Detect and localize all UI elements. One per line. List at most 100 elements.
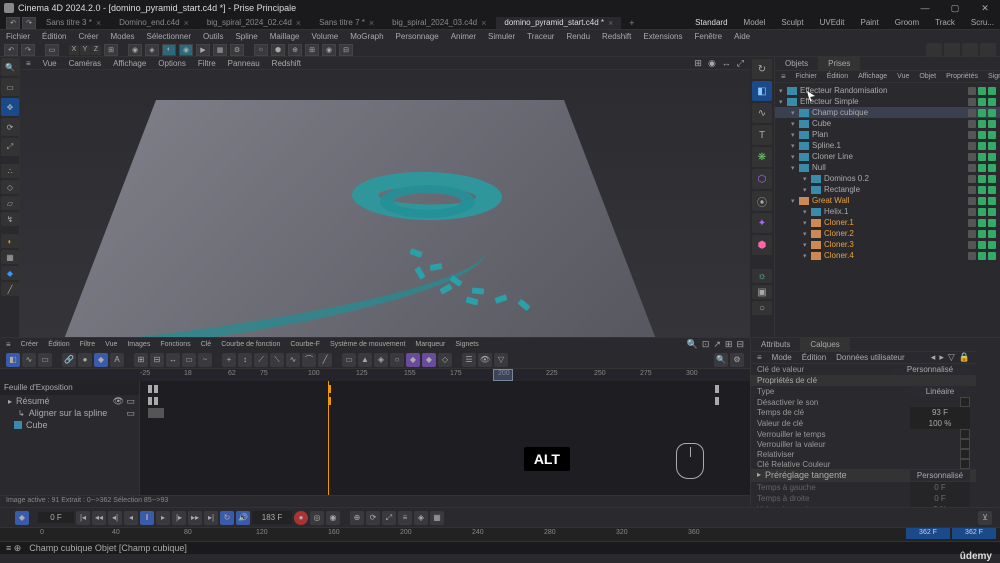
menu-animer[interactable]: Animer — [451, 32, 476, 41]
key-pla-icon[interactable]: ◈ — [414, 511, 428, 525]
menu-édition[interactable]: Édition — [42, 32, 66, 41]
current-frame-field[interactable]: 183 F — [252, 511, 292, 524]
tl-menu-icon[interactable]: ↗ — [713, 339, 721, 350]
render-view-icon[interactable]: ▶ — [196, 44, 210, 56]
autokey-icon[interactable]: ◎ — [310, 511, 324, 525]
tl-menu-item[interactable]: Filtre — [80, 341, 96, 348]
menu-modes[interactable]: Modes — [111, 32, 135, 41]
tree-vis-dot[interactable] — [968, 164, 976, 172]
key-rot-icon[interactable]: ⟳ — [366, 511, 380, 525]
tree-expand-icon[interactable]: ▾ — [791, 153, 799, 161]
tool8-icon[interactable]: ◉ — [322, 44, 336, 56]
anim-mode-icon[interactable]: ◆ — [1, 266, 19, 280]
asset-icon[interactable]: ☼ — [254, 44, 268, 56]
viewport-handle-icon[interactable]: ≡ — [26, 59, 31, 68]
tree-expand-icon[interactable]: ▾ — [803, 219, 811, 227]
redo-icon[interactable]: ↷ — [21, 44, 35, 56]
pause-icon[interactable]: ‖ — [140, 511, 154, 525]
tl-menu-icon[interactable]: ⊞ — [725, 339, 733, 350]
tree-vis-dot[interactable] — [968, 109, 976, 117]
attr-filter-icon[interactable]: ▽ — [948, 352, 955, 363]
transport-start-field[interactable]: 0 F — [38, 512, 74, 523]
tl-menu-item[interactable]: Édition — [48, 341, 69, 348]
document-tab[interactable]: Sans titre 3 *× — [38, 17, 109, 29]
rotate-tool-icon[interactable]: ⟳ — [1, 118, 19, 136]
tab-layers[interactable]: Calques — [800, 338, 849, 351]
key-scene-icon[interactable]: ▦ — [430, 511, 444, 525]
tree-vis-dot[interactable] — [978, 109, 986, 117]
layout4-icon[interactable] — [980, 43, 996, 57]
attr-td-input[interactable]: 0 F — [910, 493, 970, 504]
tree-vis-dot[interactable] — [988, 87, 996, 95]
light-icon[interactable]: ☼ — [752, 269, 772, 283]
tl-menu-item[interactable]: Système de mouvement — [330, 341, 405, 348]
tree-vis-dot[interactable] — [988, 142, 996, 150]
transport-settings-icon[interactable]: ⊻ — [978, 511, 992, 525]
layout3-icon[interactable] — [962, 43, 978, 57]
tree-row[interactable]: ▾Effecteur Simple — [775, 96, 1000, 107]
tl-frame-all-icon[interactable]: ⊞ — [134, 353, 148, 367]
obj-menu-item[interactable]: Affichage — [858, 73, 887, 80]
texture-mode-icon[interactable]: ▦ — [1, 250, 19, 264]
tree-vis-dot[interactable] — [968, 208, 976, 216]
tl-auto-icon[interactable]: A — [110, 353, 124, 367]
tl-interp1-icon[interactable]: ◆ — [406, 353, 420, 367]
key-pos-icon[interactable]: ⊕ — [350, 511, 364, 525]
layout-tab[interactable]: Scru... — [971, 18, 994, 27]
vp-menu-item[interactable]: Filtre — [198, 59, 216, 68]
attr-menu-mode[interactable]: Mode — [772, 353, 792, 362]
scale-tool-icon[interactable]: ⤢ — [1, 138, 19, 156]
tree-row[interactable]: ▾Cloner.1 — [775, 217, 1000, 228]
tl-menu-icon[interactable]: ⊟ — [736, 339, 744, 350]
go-start-icon[interactable]: |◂ — [76, 511, 90, 525]
axis-z[interactable]: Z — [91, 45, 101, 55]
tree-vis-dot[interactable] — [968, 98, 976, 106]
project-end-field[interactable]: 362 F — [952, 528, 996, 539]
attr-relative-checkbox[interactable] — [960, 449, 970, 459]
menu-redshift[interactable]: Redshift — [602, 32, 631, 41]
record-icon[interactable]: ● — [294, 511, 308, 525]
object-tree[interactable]: ▾Effecteur Randomisation▾Effecteur Simpl… — [775, 83, 1000, 337]
tree-vis-dot[interactable] — [988, 219, 996, 227]
tree-expand-icon[interactable]: ▾ — [791, 109, 799, 117]
obj-menu-item[interactable]: Signets — [988, 73, 1000, 80]
attr-filter-dropdown[interactable]: Personnalisé — [890, 364, 970, 375]
minimize-button[interactable]: — — [910, 0, 940, 16]
tree-expand-icon[interactable]: ▾ — [803, 252, 811, 260]
tl-menu-item[interactable]: Clé — [201, 341, 212, 348]
tree-vis-dot[interactable] — [978, 164, 986, 172]
layout-tab[interactable]: Groom — [895, 18, 919, 27]
tree-vis-dot[interactable] — [988, 120, 996, 128]
cube-primitive-icon[interactable]: ◧ — [752, 81, 772, 101]
menu-créer[interactable]: Créer — [78, 32, 98, 41]
spline-primitive-icon[interactable]: ∿ — [752, 103, 772, 123]
menu-simuler[interactable]: Simuler — [488, 32, 515, 41]
menu-spline[interactable]: Spline — [235, 32, 257, 41]
tree-vis-dot[interactable] — [968, 120, 976, 128]
axis-mode-icon[interactable]: ↯ — [1, 212, 19, 226]
tree-vis-dot[interactable] — [968, 142, 976, 150]
attr-lock-icon[interactable]: 🔒 — [959, 352, 970, 363]
tree-vis-dot[interactable] — [968, 230, 976, 238]
attr-locktime-checkbox[interactable] — [960, 429, 970, 439]
point-mode-icon[interactable]: ∴ — [1, 164, 19, 178]
tl-t3-icon[interactable]: ∿ — [286, 353, 300, 367]
play-back-icon[interactable]: ◂ — [124, 511, 138, 525]
menu-sélectionner[interactable]: Sélectionner — [147, 32, 191, 41]
tree-expand-icon[interactable]: ▾ — [803, 175, 811, 183]
tree-vis-dot[interactable] — [978, 208, 986, 216]
next-key-icon[interactable]: ▸▸ — [188, 511, 202, 525]
tree-vis-dot[interactable] — [988, 252, 996, 260]
generator-icon[interactable]: ❋ — [752, 147, 772, 167]
obj-menu-item[interactable]: Propriétés — [946, 73, 978, 80]
brush-icon[interactable]: ╱ — [1, 282, 19, 296]
tree-vis-dot[interactable] — [978, 197, 986, 205]
tl-menu-item[interactable]: Marqueur — [415, 341, 445, 348]
tree-vis-dot[interactable] — [978, 230, 986, 238]
fcurve-mode-icon[interactable]: ∿ — [22, 353, 36, 367]
vp-menu-item[interactable]: Options — [158, 59, 186, 68]
vp-nav-icon[interactable]: ◉ — [708, 58, 716, 69]
tree-vis-dot[interactable] — [988, 164, 996, 172]
tree-vis-dot[interactable] — [968, 197, 976, 205]
vp-nav-icon[interactable]: ↔ — [722, 58, 731, 69]
